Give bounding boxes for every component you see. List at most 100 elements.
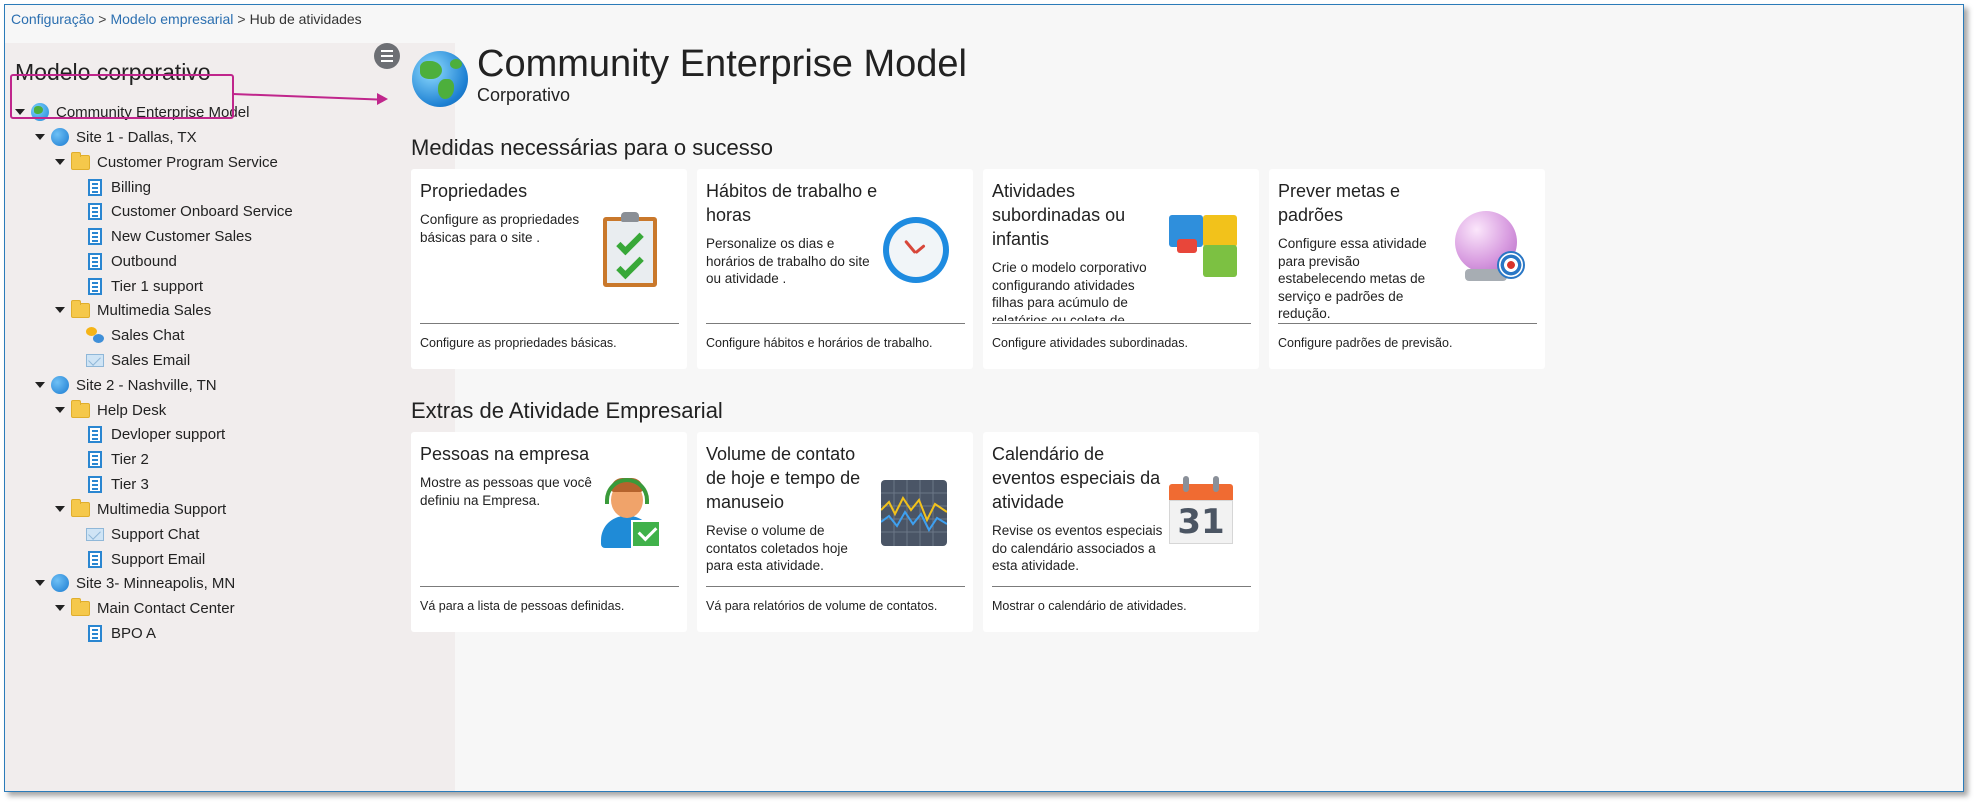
app-window: Configuração > Modelo empresarial > Hub de a… bbox=[4, 4, 1964, 792]
tree-item-multimedia-support[interactable]: Multimedia Support bbox=[55, 497, 226, 521]
tree-item-label: Sales Email bbox=[111, 351, 191, 369]
tree-item-outbound[interactable]: Outbound bbox=[86, 249, 177, 273]
queue-icon bbox=[88, 178, 102, 196]
collapse-caret-icon[interactable] bbox=[55, 603, 65, 613]
tree-item-label: Site 3- Minneapolis, MN bbox=[76, 574, 236, 592]
breadcrumb: Configuração > Modelo empresarial > Hub de a… bbox=[11, 11, 362, 27]
breadcrumb-modelo-empresarial[interactable]: Modelo empresarial bbox=[110, 11, 233, 27]
card-title: Calendário de eventos especiais da ativi… bbox=[992, 444, 1161, 512]
tree-item-support-chat[interactable]: Support Chat bbox=[86, 522, 199, 546]
puzzle-icon bbox=[1169, 215, 1241, 285]
queue-icon bbox=[88, 277, 102, 295]
tree-item-label: Billing bbox=[111, 178, 152, 196]
clock-icon bbox=[883, 217, 949, 283]
card-calendario-eventos[interactable]: Calendário de eventos especiais da ativi… bbox=[983, 432, 1259, 632]
tree-item-new-customer-sales[interactable]: New Customer Sales bbox=[86, 224, 252, 248]
tree-item-tier-1-support[interactable]: Tier 1 support bbox=[86, 274, 203, 298]
tree-item-main-contact-center[interactable]: Main Contact Center bbox=[55, 596, 235, 620]
folder-icon bbox=[71, 399, 90, 418]
chart-icon bbox=[881, 480, 947, 546]
queue-icon bbox=[88, 450, 102, 468]
card-prever-metas[interactable]: Prever metas e padrões Configure essa at… bbox=[1269, 169, 1545, 369]
card-description: Crie o modelo corporativo configurando a… bbox=[992, 260, 1147, 321]
earth-icon bbox=[412, 51, 468, 107]
collapse-caret-icon[interactable] bbox=[55, 405, 65, 415]
page-title: Community Enterprise Model bbox=[477, 43, 967, 85]
menu-toggle-button[interactable] bbox=[374, 43, 400, 69]
tree-item-sales-chat[interactable]: Sales Chat bbox=[86, 323, 184, 347]
card-divider bbox=[992, 323, 1251, 324]
folder-icon bbox=[71, 597, 90, 616]
card-divider bbox=[420, 586, 679, 587]
card-atividades-subordinadas[interactable]: Atividades subordinadas ou infantis Crie… bbox=[983, 169, 1259, 369]
card-link[interactable]: Configure hábitos e horários de trabalho… bbox=[706, 336, 933, 350]
collapse-caret-icon[interactable] bbox=[55, 157, 65, 167]
queue-icon bbox=[88, 624, 102, 642]
card-title: Prever metas e padrões bbox=[1278, 181, 1401, 225]
annotation-highlight-box bbox=[10, 74, 234, 119]
folder-icon bbox=[71, 299, 90, 318]
card-divider bbox=[1278, 323, 1537, 324]
tree-item-help-desk[interactable]: Help Desk bbox=[55, 398, 166, 422]
card-link[interactable]: Vá para relatórios de volume de contatos… bbox=[706, 599, 937, 613]
tree-item-sales-email[interactable]: Sales Email bbox=[86, 348, 190, 372]
tree-item-label: New Customer Sales bbox=[111, 227, 252, 245]
section-heading: Medidas necessárias para o sucesso bbox=[411, 135, 773, 160]
collapse-caret-icon[interactable] bbox=[35, 132, 45, 142]
hamburger-icon bbox=[381, 60, 393, 62]
card-title: Hábitos de trabalho e horas bbox=[706, 181, 878, 225]
clipboard-check-icon bbox=[603, 212, 657, 287]
crystal-ball-icon bbox=[1453, 211, 1525, 287]
card-volume-de-contato[interactable]: Volume de contato de hoje e tempo de man… bbox=[697, 432, 973, 632]
tree-item-label: Support Email bbox=[111, 550, 206, 568]
tree-item-site-1[interactable]: Site 1 - Dallas, TX bbox=[35, 125, 197, 149]
card-pessoas-na-empresa[interactable]: Pessoas na empresa Mostre as pessoas que… bbox=[411, 432, 687, 632]
card-propriedades[interactable]: Propriedades Configure as propriedades b… bbox=[411, 169, 687, 369]
tree-item-label: Sales Chat bbox=[111, 326, 185, 344]
tree-item-label: Customer Onboard Service bbox=[111, 202, 293, 220]
tree-item-tier-2[interactable]: Tier 2 bbox=[86, 447, 149, 471]
breadcrumb-configuracao[interactable]: Configuração bbox=[11, 11, 94, 27]
tree-item-multimedia-sales[interactable]: Multimedia Sales bbox=[55, 298, 211, 322]
card-habitos-de-trabalho[interactable]: Hábitos de trabalho e horas Personalize … bbox=[697, 169, 973, 369]
tree-item-site-2[interactable]: Site 2 - Nashville, TN bbox=[35, 373, 217, 397]
card-link[interactable]: Configure atividades subordinadas. bbox=[992, 336, 1188, 350]
collapse-caret-icon[interactable] bbox=[55, 305, 65, 315]
tree-item-label: Support Chat bbox=[111, 525, 200, 543]
card-link[interactable]: Vá para a lista de pessoas definidas. bbox=[420, 599, 624, 613]
queue-icon bbox=[88, 202, 102, 220]
card-description: Configure essa atividade para previsão e… bbox=[1278, 236, 1427, 321]
queue-icon bbox=[88, 550, 102, 568]
tree-item-support-email[interactable]: Support Email bbox=[86, 547, 205, 571]
tree-item-devloper-support[interactable]: Devloper support bbox=[86, 422, 225, 446]
hamburger-icon bbox=[381, 50, 393, 52]
card-description: Configure as propriedades básicas para o… bbox=[420, 212, 580, 245]
breadcrumb-separator: > bbox=[237, 11, 246, 27]
card-divider bbox=[420, 323, 679, 324]
tree-item-bpo-a[interactable]: BPO A bbox=[86, 621, 156, 645]
tree-item-customer-onboard-service[interactable]: Customer Onboard Service bbox=[86, 199, 293, 223]
tree-item-label: Multimedia Support bbox=[97, 500, 227, 518]
tree-item-site-3[interactable]: Site 3- Minneapolis, MN bbox=[35, 571, 235, 595]
queue-icon bbox=[88, 227, 102, 245]
card-link[interactable]: Configure padrões de previsão. bbox=[1278, 336, 1452, 350]
tree-item-label: Tier 2 bbox=[111, 450, 149, 468]
collapse-caret-icon[interactable] bbox=[35, 380, 45, 390]
email-icon bbox=[86, 527, 104, 541]
card-link[interactable]: Configure as propriedades básicas. bbox=[420, 336, 617, 350]
tree-item-label: Site 2 - Nashville, TN bbox=[76, 376, 217, 394]
tree-item-billing[interactable]: Billing bbox=[86, 175, 151, 199]
globe-icon bbox=[51, 376, 69, 394]
hamburger-icon bbox=[381, 55, 393, 57]
email-icon bbox=[86, 353, 104, 367]
card-divider bbox=[706, 586, 965, 587]
collapse-caret-icon[interactable] bbox=[55, 504, 65, 514]
card-link[interactable]: Mostrar o calendário de atividades. bbox=[992, 599, 1187, 613]
globe-icon bbox=[51, 574, 69, 592]
tree-item-tier-3[interactable]: Tier 3 bbox=[86, 472, 149, 496]
page-subtitle: Corporativo bbox=[477, 85, 571, 105]
tree-item-customer-program-service[interactable]: Customer Program Service bbox=[55, 150, 278, 174]
collapse-caret-icon[interactable] bbox=[35, 578, 45, 588]
tree-item-label: Main Contact Center bbox=[97, 599, 235, 617]
card-description: Mostre as pessoas que você definiu na Em… bbox=[420, 475, 592, 508]
